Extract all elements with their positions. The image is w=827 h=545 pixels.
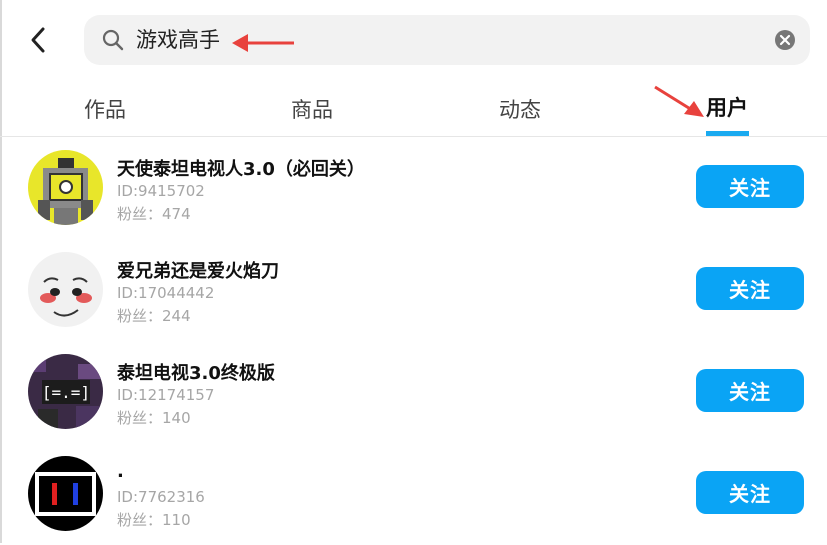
search-bar[interactable]: 游戏高手 bbox=[84, 15, 810, 65]
user-fans: 粉丝：474 bbox=[117, 205, 191, 223]
active-tab-indicator bbox=[706, 131, 749, 136]
svg-text:[=.=]: [=.=] bbox=[42, 383, 90, 402]
list-item[interactable]: 天使泰坦电视人3.0（必回关） ID:9415702 粉丝：474 关注 bbox=[0, 137, 827, 239]
list-item[interactable]: [=.=] 泰坦电视3.0终极版 ID:12174157 粉丝：140 关注 bbox=[0, 341, 827, 443]
back-button[interactable] bbox=[24, 26, 52, 54]
back-arrow-icon bbox=[31, 27, 45, 53]
search-icon bbox=[102, 29, 124, 51]
user-id: ID:7762316 bbox=[117, 488, 205, 506]
user-id: ID:12174157 bbox=[117, 386, 215, 404]
user-fans: 粉丝：140 bbox=[117, 409, 191, 427]
user-fans: 粉丝：244 bbox=[117, 307, 191, 325]
user-name: 泰坦电视3.0终极版 bbox=[117, 363, 275, 384]
user-name: 爱兄弟还是爱火焰刀 bbox=[117, 261, 279, 282]
tab-works[interactable]: 作品 bbox=[65, 94, 145, 124]
search-query[interactable]: 游戏高手 bbox=[136, 27, 220, 53]
list-item[interactable]: 爱兄弟还是爱火焰刀 ID:17044442 粉丝：244 关注 bbox=[0, 239, 827, 341]
user-name: . bbox=[117, 461, 124, 482]
user-fans: 粉丝：110 bbox=[117, 511, 191, 529]
tab-posts[interactable]: 动态 bbox=[480, 94, 560, 124]
avatar[interactable] bbox=[28, 150, 103, 225]
annotation-arrow-search bbox=[232, 34, 294, 52]
tab-products[interactable]: 商品 bbox=[272, 94, 352, 124]
user-name: 天使泰坦电视人3.0（必回关） bbox=[117, 159, 365, 180]
follow-button[interactable]: 关注 bbox=[696, 369, 804, 412]
clear-icon[interactable] bbox=[774, 29, 796, 51]
avatar[interactable] bbox=[28, 252, 103, 327]
annotation-arrow-tab bbox=[654, 85, 704, 117]
list-item[interactable]: . ID:7762316 粉丝：110 关注 bbox=[0, 443, 827, 545]
follow-button[interactable]: 关注 bbox=[696, 471, 804, 514]
avatar[interactable] bbox=[28, 456, 103, 531]
user-id: ID:9415702 bbox=[117, 182, 205, 200]
avatar[interactable]: [=.=] bbox=[28, 354, 103, 429]
follow-button[interactable]: 关注 bbox=[696, 165, 804, 208]
follow-button[interactable]: 关注 bbox=[696, 267, 804, 310]
user-id: ID:17044442 bbox=[117, 284, 215, 302]
